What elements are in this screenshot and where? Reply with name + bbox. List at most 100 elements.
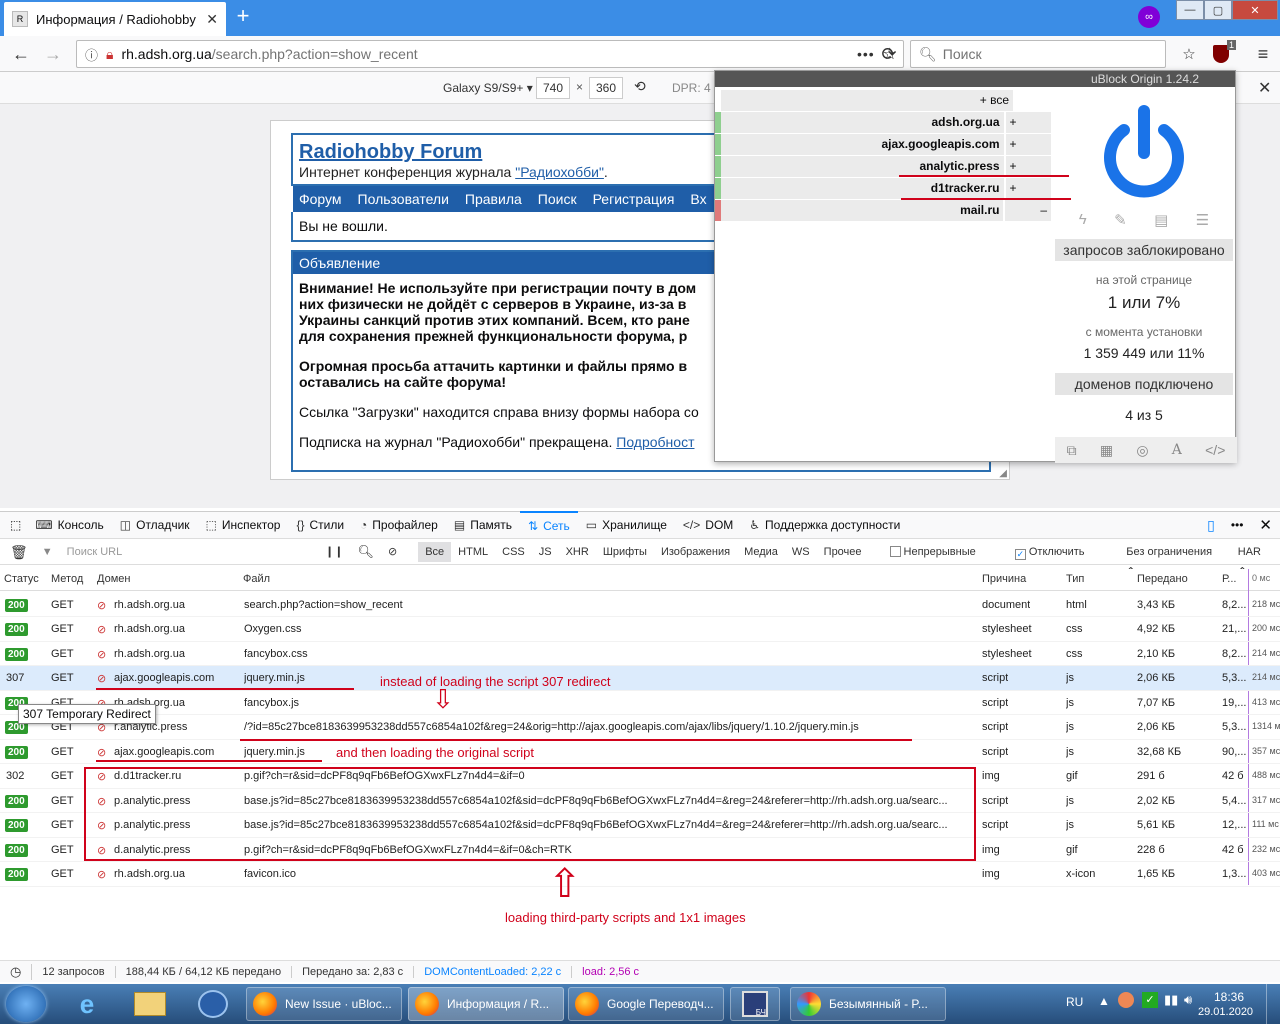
col-size[interactable]: Р... bbox=[1222, 573, 1236, 585]
filter-js[interactable]: JS bbox=[532, 542, 559, 562]
back-button[interactable]: ← bbox=[8, 42, 34, 66]
script-icon[interactable]: </> bbox=[1205, 442, 1225, 458]
element-picker-icon[interactable]: ✎ bbox=[1114, 211, 1127, 229]
table-row[interactable]: 200 GET rh.adsh.org.ua fancybox.css styleshe… bbox=[0, 642, 1280, 666]
magazine-link[interactable]: "Радиохобби" bbox=[515, 164, 604, 180]
ie-icon[interactable]: e bbox=[72, 990, 102, 1018]
taskbar-item-firefox-forum[interactable]: Информация / R... bbox=[408, 987, 564, 1021]
ublock-domain-row[interactable]: ajax.googleapis.com + bbox=[715, 133, 1051, 155]
taskbar-item-save[interactable]: БЧ bbox=[730, 987, 780, 1021]
search-icon[interactable]: 🔍︎ bbox=[350, 542, 381, 562]
page-actions-icon[interactable]: ••• bbox=[857, 46, 875, 62]
col-timeline[interactable]: 0 мс bbox=[1252, 573, 1270, 583]
new-tab-button[interactable]: + bbox=[232, 5, 254, 28]
dpr-select[interactable]: DPR: 4 bbox=[672, 81, 711, 95]
filter-ws[interactable]: WS bbox=[785, 542, 817, 562]
har-menu[interactable]: HAR ⇕ bbox=[1231, 542, 1280, 578]
copy-icon[interactable]: ⧉ bbox=[1067, 442, 1077, 459]
viewport-width-input[interactable]: 740 bbox=[536, 77, 570, 99]
tab-console[interactable]: ⌨ Консоль bbox=[27, 511, 111, 539]
info-icon[interactable]: ⓘ bbox=[85, 45, 98, 64]
language-indicator[interactable]: RU bbox=[1066, 995, 1083, 1009]
ublock-domain-row[interactable]: d1tracker.ru + bbox=[715, 177, 1051, 199]
col-domain[interactable]: Домен bbox=[97, 573, 130, 585]
forum-menu-login[interactable]: Вх bbox=[690, 191, 706, 207]
show-desktop-button[interactable] bbox=[1266, 984, 1280, 1024]
table-row[interactable]: 200 GET rh.adsh.org.ua fancybox.js script js 7… bbox=[0, 691, 1280, 715]
block-icon[interactable]: ⊘ bbox=[381, 542, 404, 562]
devtools-menu-icon[interactable]: ••• bbox=[1223, 511, 1252, 539]
clock-time[interactable]: 18:36 bbox=[1204, 990, 1254, 1004]
tab-styles[interactable]: {} Стили bbox=[288, 511, 352, 539]
explorer-icon[interactable] bbox=[134, 992, 166, 1016]
url-bar[interactable]: ⓘ 🔒︎ rh.adsh.org.ua/search.php?action=sh… bbox=[76, 40, 904, 68]
responsive-mode-icon[interactable]: ▯ bbox=[1199, 511, 1223, 539]
volume-icon[interactable]: 🔊︎ bbox=[1184, 992, 1192, 1008]
tab-accessibility[interactable]: ♿ Поддержка доступности bbox=[741, 511, 908, 539]
search-bar[interactable]: 🔍︎ Поиск bbox=[910, 40, 1166, 68]
resize-handle-icon[interactable]: ◢ bbox=[999, 468, 1007, 479]
tab-profiler[interactable]: ◔ Профайлер bbox=[352, 511, 446, 539]
tab-active[interactable]: R Информация / Radiohobby Fo ✕ bbox=[4, 2, 226, 36]
table-row[interactable]: 200 GET r.analytic.press/?id=85c27bce81836… bbox=[0, 715, 1280, 740]
filter-media[interactable]: Медиа bbox=[737, 542, 785, 562]
ublock-domain-row[interactable]: adsh.org.ua + bbox=[715, 111, 1051, 133]
ublock-extension-button[interactable]: 1 bbox=[1208, 40, 1236, 66]
col-cause[interactable]: Причина bbox=[982, 573, 1026, 585]
col-file[interactable]: Файл bbox=[243, 573, 270, 585]
url-filter-input[interactable]: Поиск URL bbox=[60, 542, 318, 562]
tray-expand-icon[interactable]: ▲ bbox=[1098, 994, 1110, 1008]
taskbar-item-firefox-issue[interactable]: New Issue · uBloc... bbox=[246, 987, 402, 1021]
close-tab-icon[interactable]: ✕ bbox=[206, 11, 218, 28]
filter-xhr[interactable]: XHR bbox=[559, 542, 596, 562]
dashboard-icon[interactable]: ☰ bbox=[1196, 211, 1209, 229]
forum-menu-users[interactable]: Пользователи bbox=[358, 191, 449, 207]
start-button[interactable] bbox=[6, 986, 46, 1022]
menu-hamburger-icon[interactable]: ≡ bbox=[1250, 42, 1276, 66]
rotate-icon[interactable]: ⟲ bbox=[634, 78, 646, 95]
power-button[interactable] bbox=[1094, 97, 1194, 207]
clear-log-icon[interactable]: 🗑︎ bbox=[0, 542, 35, 562]
throttle-select[interactable]: Без ограничения ⇕ bbox=[1119, 542, 1230, 578]
table-row[interactable]: 200 GET rh.adsh.org.ua favicon.ico img x-icon… bbox=[0, 862, 1280, 887]
tab-storage[interactable]: ▭ Хранилище bbox=[578, 511, 675, 539]
filter-images[interactable]: Изображения bbox=[654, 542, 737, 562]
forward-button[interactable]: → bbox=[40, 42, 66, 66]
ublock-domain-row[interactable]: mail.ru – bbox=[715, 199, 1051, 221]
close-responsive-icon[interactable]: ✕ bbox=[1258, 78, 1271, 98]
window-close-button[interactable]: ✕ bbox=[1232, 0, 1278, 20]
clock-date[interactable]: 29.01.2020 bbox=[1198, 1006, 1253, 1018]
filter-fonts[interactable]: Шрифты bbox=[596, 542, 654, 562]
maximize-button[interactable]: ▢ bbox=[1204, 0, 1232, 20]
tab-network[interactable]: ⇅ Сеть bbox=[520, 511, 578, 539]
taskbar-item-firefox-translate[interactable]: Google Переводч... bbox=[568, 987, 724, 1021]
forum-menu-forum[interactable]: Форум bbox=[299, 191, 342, 207]
col-status[interactable]: Статус bbox=[4, 573, 39, 585]
ublock-domain-row[interactable]: analytic.press + bbox=[715, 155, 1051, 177]
forum-menu-register[interactable]: Регистрация bbox=[593, 191, 675, 207]
tab-dom[interactable]: </> DOM bbox=[675, 511, 741, 539]
filter-html[interactable]: HTML bbox=[451, 542, 495, 562]
font-icon[interactable]: A bbox=[1172, 442, 1182, 458]
table-row[interactable]: 200 GET rh.adsh.org.ua search.php?action=sh… bbox=[0, 593, 1280, 617]
tab-debugger[interactable]: ◫ Отладчик bbox=[112, 511, 198, 539]
reload-button[interactable]: ⟳ bbox=[876, 42, 902, 66]
persist-logs-checkbox[interactable]: Непрерывные логи bbox=[883, 542, 1008, 578]
ublock-all-label[interactable]: + все bbox=[721, 89, 1013, 111]
table-row[interactable]: 307 GET ajax.googleapis.com jquery.min.js sc… bbox=[0, 666, 1280, 691]
col-type[interactable]: Тип bbox=[1066, 573, 1084, 585]
minimize-button[interactable]: — bbox=[1176, 0, 1204, 20]
table-row[interactable]: 200 GET rh.adsh.org.ua Oxygen.css stylesheet… bbox=[0, 617, 1280, 642]
viewport-height-input[interactable]: 360 bbox=[589, 77, 623, 99]
filter-all[interactable]: Все bbox=[418, 541, 452, 562]
forum-menu-search[interactable]: Поиск bbox=[538, 191, 577, 207]
close-devtools-icon[interactable]: ✕ bbox=[1251, 511, 1280, 539]
tab-memory[interactable]: ▤ Память bbox=[446, 511, 520, 539]
filter-css[interactable]: CSS bbox=[495, 542, 532, 562]
forum-menu-rules[interactable]: Правила bbox=[465, 191, 522, 207]
tray-check-icon[interactable]: ✓ bbox=[1142, 992, 1158, 1008]
pause-icon[interactable]: ❙❙ bbox=[318, 542, 350, 562]
network-tray-icon[interactable]: ▮▮ bbox=[1164, 992, 1178, 1008]
media-icon[interactable]: ▦ bbox=[1100, 442, 1113, 459]
library-icon[interactable]: ☆ bbox=[1176, 42, 1202, 66]
